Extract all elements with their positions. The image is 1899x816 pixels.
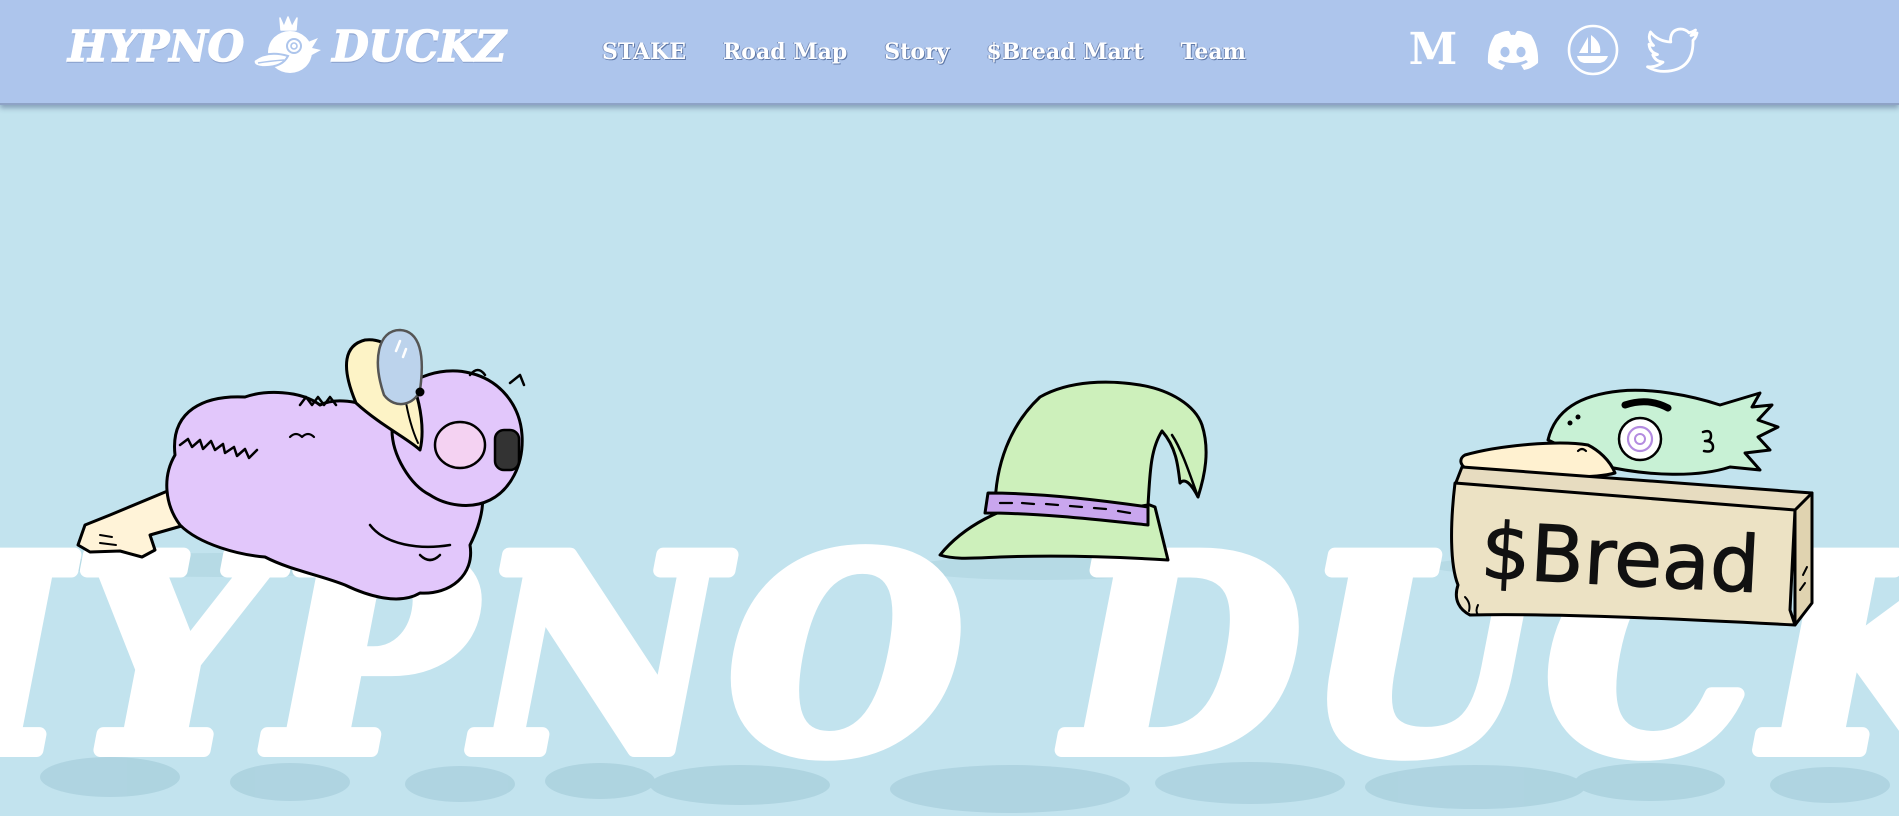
hero-section: HYPNO DUCKZ [0,105,1899,816]
logo-duck-icon [252,16,322,73]
nav-stake[interactable]: STAKE [602,39,686,65]
page: HYPNO DUCKZ STAKE Road Map Story $Bread … [0,0,1899,816]
nav-team[interactable]: Team [1181,39,1246,65]
discord-icon [1487,30,1539,70]
main-nav: STAKE Road Map Story $Bread Mart Team [602,34,1246,70]
brand-logo[interactable]: HYPNO DUCKZ [67,14,507,80]
logo-word-right: DUCKZ [331,21,506,72]
bread-box-duck-illustration: $Bread [1450,388,1814,627]
opensea-icon [1567,24,1619,76]
twitter-icon [1646,27,1699,73]
bread-sign-text: $Bread [1479,507,1762,611]
medium-link[interactable]: M [1405,22,1461,78]
discord-link[interactable] [1485,22,1541,78]
logo-word-left: HYPNO [67,21,245,72]
opensea-link[interactable] [1565,22,1621,78]
medium-icon: M [1408,24,1458,75]
twitter-link[interactable] [1645,22,1701,78]
nav-story[interactable]: Story [884,39,949,65]
social-links: M [1405,22,1701,78]
wizard-hat-illustration [938,380,1208,562]
nav-bread-mart[interactable]: $Bread Mart [986,39,1143,65]
nav-road-map[interactable]: Road Map [723,39,847,65]
purple-duck-illustration [76,328,526,601]
hero-art: $Bread [76,328,1814,627]
site-header: HYPNO DUCKZ STAKE Road Map Story $Bread … [0,0,1899,105]
